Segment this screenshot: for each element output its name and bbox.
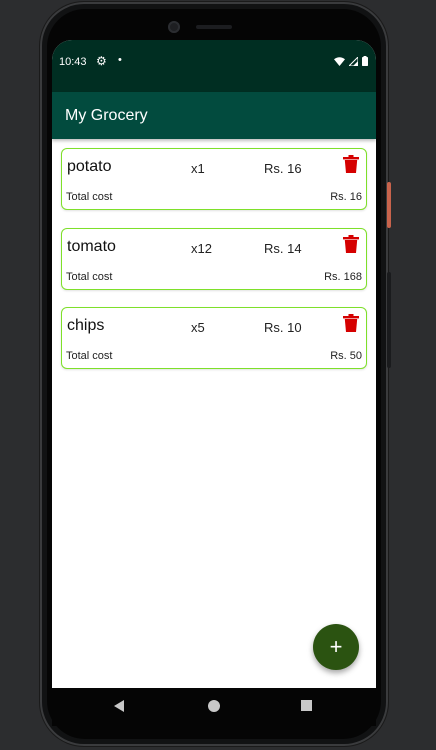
grocery-item-card[interactable]: chips x5 Rs. 10 Total cost Rs. 50 bbox=[61, 307, 367, 369]
add-icon: + bbox=[329, 634, 343, 659]
power-button[interactable] bbox=[387, 182, 391, 228]
item-quantity: x5 bbox=[191, 320, 205, 335]
cell-signal-icon bbox=[349, 56, 358, 66]
wifi-icon bbox=[334, 56, 345, 66]
status-time: 10:43 bbox=[59, 56, 87, 68]
item-price: Rs. 10 bbox=[264, 320, 302, 335]
settings-gear-icon: ⚙ bbox=[96, 54, 107, 68]
item-name: chips bbox=[67, 317, 105, 334]
total-cost-value: Rs. 168 bbox=[324, 271, 362, 283]
navigation-bar bbox=[52, 688, 376, 726]
back-icon[interactable] bbox=[114, 700, 124, 712]
app-bar: My Grocery bbox=[52, 92, 376, 139]
grocery-item-card[interactable]: potato x1 Rs. 16 Total cost Rs. 16 bbox=[61, 148, 367, 210]
grocery-item-card[interactable]: tomato x12 Rs. 14 Total cost Rs. 168 bbox=[61, 228, 367, 290]
battery-icon bbox=[362, 56, 368, 66]
home-icon[interactable] bbox=[208, 700, 220, 712]
emulator-stage: 10:43 ⚙ • My Grocery potato x1 Rs. 16 To… bbox=[0, 0, 436, 750]
app-screen: 10:43 ⚙ • My Grocery potato x1 Rs. 16 To… bbox=[52, 40, 376, 688]
total-cost-label: Total cost bbox=[66, 191, 113, 203]
total-cost-label: Total cost bbox=[66, 271, 113, 283]
item-price: Rs. 14 bbox=[264, 241, 302, 256]
status-bar: 10:43 ⚙ • bbox=[52, 40, 376, 92]
total-cost-value: Rs. 16 bbox=[330, 191, 362, 203]
delete-trash-icon[interactable] bbox=[343, 155, 359, 173]
item-name: tomato bbox=[67, 238, 116, 255]
item-name: potato bbox=[67, 158, 112, 175]
notification-dot: • bbox=[118, 54, 122, 66]
front-camera-icon bbox=[168, 21, 180, 33]
item-quantity: x1 bbox=[191, 161, 205, 176]
item-price: Rs. 16 bbox=[264, 161, 302, 176]
total-cost-label: Total cost bbox=[66, 350, 113, 362]
delete-trash-icon[interactable] bbox=[343, 314, 359, 332]
item-quantity: x12 bbox=[191, 241, 212, 256]
volume-button[interactable] bbox=[387, 272, 391, 368]
total-cost-value: Rs. 50 bbox=[330, 350, 362, 362]
page-title: My Grocery bbox=[65, 107, 148, 124]
earpiece-speaker bbox=[196, 25, 232, 29]
recents-icon[interactable] bbox=[301, 700, 312, 711]
add-item-button[interactable]: + bbox=[313, 624, 359, 670]
delete-trash-icon[interactable] bbox=[343, 235, 359, 253]
status-icons bbox=[334, 56, 368, 66]
